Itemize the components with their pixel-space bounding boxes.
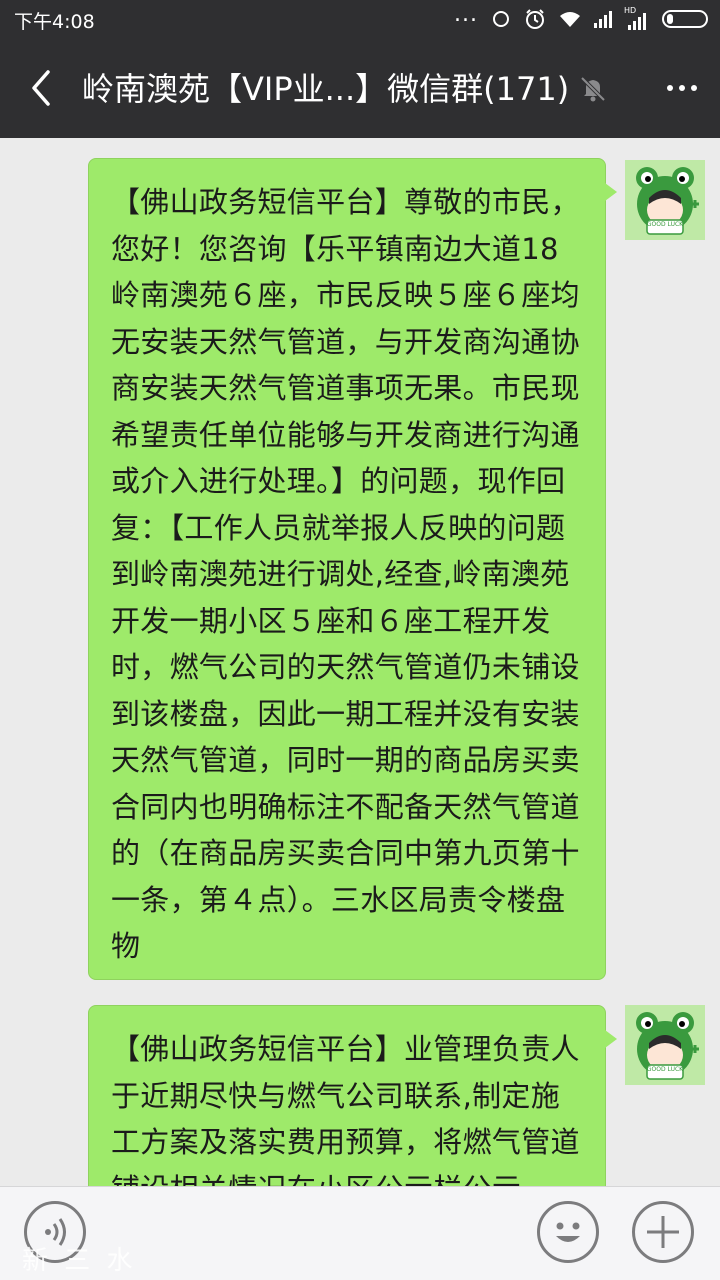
alarm-icon [526,9,544,29]
status-icons: ... HD [454,2,708,32]
avatar[interactable]: GOOD LUCK [625,160,705,240]
bell-muted-icon [580,76,606,102]
plus-icon[interactable] [632,1201,694,1263]
chevron-left-icon[interactable] [22,68,62,108]
avatar-text: GOOD LUCK [647,221,684,228]
chat-header: 岭南澳苑【VIP业...】微信群(171) [0,38,720,138]
message-list[interactable]: 【佛山政务短信平台】尊敬的市民，您好！您咨询【乐平镇南边大道18岭南澳苑６座，市… [0,138,720,1186]
battery-icon [662,10,708,28]
more-dots-icon[interactable] [662,68,702,108]
chat-title: 岭南澳苑【VIP业...】微信群(171) [82,70,570,108]
status-time: 下午4:08 [14,11,95,33]
avatar-text: GOOD LUCK [647,1066,684,1073]
hd-signal-icon: HD [624,6,650,30]
emoji-icon[interactable] [537,1201,599,1263]
signal-icon [594,10,612,28]
wifi-icon [560,12,580,27]
frog-avatar-icon: GOOD LUCK [636,1012,699,1080]
watermark: 新 三 水 [22,1246,137,1276]
frog-avatar-icon: GOOD LUCK [636,167,699,235]
sync-icon [490,8,512,30]
message-bubble[interactable]: 【佛山政务短信平台】尊敬的市民，您好！您咨询【乐平镇南边大道18岭南澳苑６座，市… [88,158,617,980]
message-bubble[interactable]: 【佛山政务短信平台】业管理负责人于近期尽快与燃气公司联系,制定施工方案及落实费用… [88,1005,617,1186]
notification-dots-icon: ... [454,2,478,27]
status-bar: 下午4:08 ... HD [0,0,720,38]
avatar[interactable]: GOOD LUCK [625,1005,705,1085]
